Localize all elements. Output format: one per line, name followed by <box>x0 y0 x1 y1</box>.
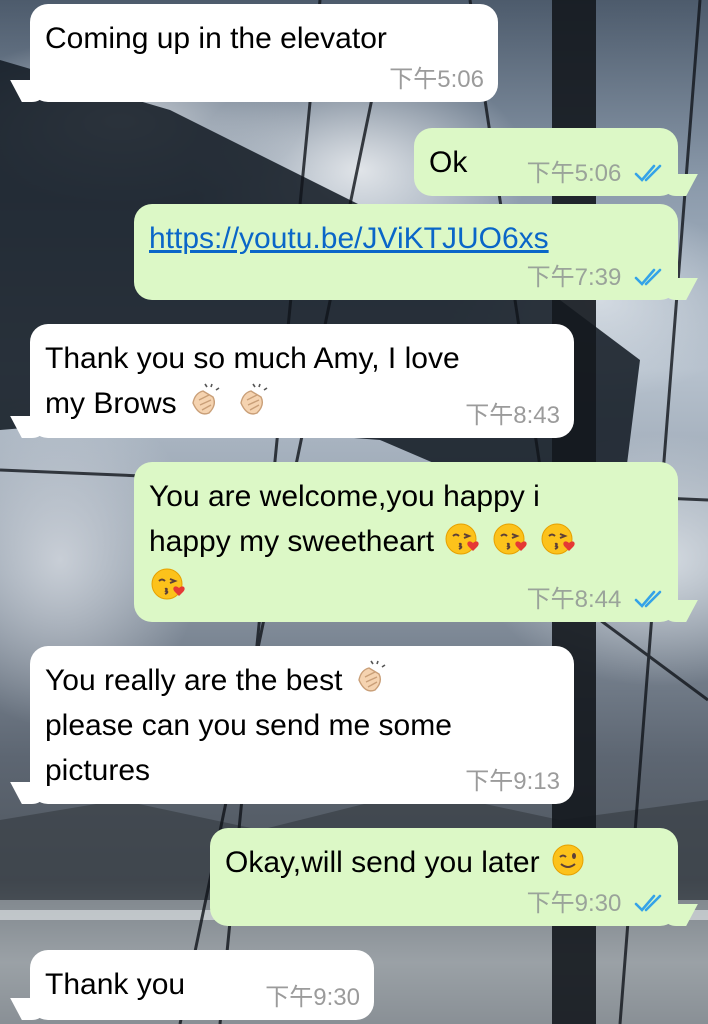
message-link[interactable]: https://youtu.be/JViKTJUO6xs <box>149 222 549 255</box>
message-text-line: happy my sweetheart <box>149 519 663 564</box>
read-double-tick-icon <box>634 164 662 182</box>
message-bubble-outgoing[interactable]: https://youtu.be/JViKTJUO6xs 下午7:39 <box>134 204 678 300</box>
message-text-line: Thank you so much Amy, I love <box>45 342 460 375</box>
message-time: 下午9:30 <box>265 984 360 1011</box>
message-text: my Brows <box>45 387 177 420</box>
face-blowing-kiss-emoji <box>151 568 185 600</box>
clapping-hands-emoji <box>192 383 220 415</box>
message-text: You really are the best <box>45 664 343 697</box>
message-bubble-incoming[interactable]: You really are the best please can you s… <box>30 646 574 804</box>
message-text: Ok <box>429 146 468 179</box>
message-time: 下午9:30 <box>526 890 622 917</box>
clapping-hands-emoji <box>240 383 268 415</box>
message-bubble-incoming[interactable]: Coming up in the elevator 下午5:06 <box>30 4 498 102</box>
message-text: happy my sweetheart <box>149 525 435 558</box>
message-text: Thank you <box>45 968 186 1001</box>
message-time: 下午7:39 <box>526 264 622 291</box>
face-blowing-kiss-emoji <box>541 523 575 555</box>
clapping-hands-emoji <box>358 660 386 692</box>
winking-face-emoji <box>552 844 584 876</box>
message-meta: 下午9:30 <box>527 890 664 918</box>
message-time: 下午5:06 <box>526 160 622 187</box>
message-bubble-outgoing[interactable]: Okay,will send you later 下午9:30 <box>210 828 678 926</box>
message-meta: 下午7:39 <box>527 264 664 292</box>
message-text-line: You are welcome,you happy i <box>149 480 540 513</box>
message-bubble-outgoing[interactable]: You are welcome,you happy i happy my swe… <box>134 462 678 622</box>
message-bubble-outgoing[interactable]: Ok 下午5:06 <box>414 128 678 196</box>
message-time: 下午8:43 <box>465 402 560 429</box>
face-blowing-kiss-emoji <box>493 523 527 555</box>
message-text: Okay,will send you later <box>225 846 540 879</box>
message-text-line: please can you send me some <box>45 709 452 742</box>
message-meta: 下午5:06 <box>527 160 664 188</box>
read-double-tick-icon <box>634 268 662 286</box>
message-bubble-incoming[interactable]: Thank you 下午9:30 <box>30 950 374 1020</box>
message-text-line: You really are the best <box>45 658 559 703</box>
message-meta: 下午8:44 <box>527 586 664 614</box>
read-double-tick-icon <box>634 590 662 608</box>
message-time: 下午9:13 <box>465 768 560 795</box>
message-time: 下午5:06 <box>389 66 484 93</box>
message-bubble-incoming[interactable]: Thank you so much Amy, I love my Brows 下… <box>30 324 574 438</box>
message-time: 下午8:44 <box>526 586 622 613</box>
message-text: Coming up in the elevator <box>45 22 387 55</box>
read-double-tick-icon <box>634 894 662 912</box>
face-blowing-kiss-emoji <box>445 523 479 555</box>
